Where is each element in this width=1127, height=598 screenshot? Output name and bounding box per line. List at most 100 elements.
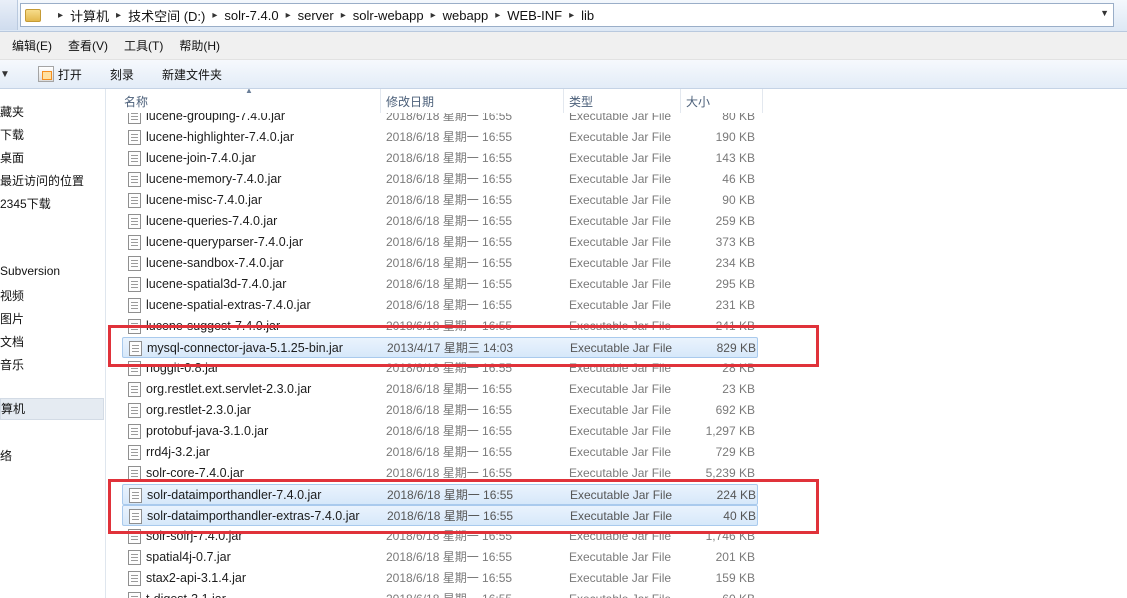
file-name: lucene-highlighter-7.4.0.jar <box>146 130 295 144</box>
highlight-box-mysql <box>108 325 819 367</box>
jar-file-icon <box>128 592 141 598</box>
file-name: lucene-queryparser-7.4.0.jar <box>146 235 304 249</box>
column-date[interactable]: 修改日期 <box>381 89 564 113</box>
chevron-right-icon[interactable]: ▸ <box>495 10 500 21</box>
file-date: 2018/6/18 星期一 16:55 <box>386 424 513 438</box>
file-row[interactable]: lucene-queryparser-7.4.0.jar 2018/6/18 星期… <box>122 232 758 253</box>
chevron-right-icon[interactable]: ▸ <box>116 10 121 21</box>
file-name: org.restlet-2.3.0.jar <box>146 403 251 417</box>
chevron-right-icon[interactable]: ▸ <box>431 10 436 21</box>
file-type: Executable Jar File <box>569 130 672 144</box>
file-date: 2018/6/18 星期一 16:55 <box>386 214 513 228</box>
highlight-box-dataimport <box>108 479 819 534</box>
nav-item-subversion[interactable]: Subversion <box>0 264 60 278</box>
column-type[interactable]: 类型 <box>564 89 681 113</box>
menu-help[interactable]: 帮助(H) <box>179 37 220 54</box>
file-row[interactable]: spatial4j-0.7.jar 2018/6/18 星期一 16:55 Exec… <box>122 547 758 568</box>
column-name[interactable]: 名称 <box>119 89 381 113</box>
file-date: 2018/6/18 星期一 16:55 <box>386 445 513 459</box>
file-name: lucene-spatial3d-7.4.0.jar <box>146 277 287 291</box>
burn-button[interactable]: 刻录 <box>110 66 134 83</box>
nav-item-downloads[interactable]: 下载 <box>0 126 24 143</box>
chevron-right-icon[interactable]: ▸ <box>569 10 574 21</box>
nav-item-pictures[interactable]: 图片 <box>0 310 24 327</box>
open-button[interactable]: 打开 <box>37 66 82 83</box>
menu-view[interactable]: 查看(V) <box>68 37 108 54</box>
file-date: 2018/6/18 星期一 16:55 <box>386 403 513 417</box>
breadcrumb-item[interactable]: webapp <box>443 8 489 23</box>
file-row[interactable]: rrd4j-3.2.jar 2018/6/18 星期一 16:55 Executab… <box>122 442 758 463</box>
menu-edit[interactable]: 编辑(E) <box>12 37 52 54</box>
nav-item-music[interactable]: 音乐 <box>0 356 24 373</box>
new-folder-button[interactable]: 新建文件夹 <box>162 66 222 83</box>
breadcrumb-item[interactable]: server <box>298 8 334 23</box>
file-size: 159 KB <box>715 571 755 585</box>
nav-item-computer[interactable]: 算机 <box>0 398 104 420</box>
file-row[interactable]: lucene-join-7.4.0.jar 2018/6/18 星期一 16:55… <box>122 148 758 169</box>
address-dropdown-icon[interactable]: ▼ <box>1100 8 1109 18</box>
file-type: Executable Jar File <box>569 424 672 438</box>
file-row[interactable]: org.restlet.ext.servlet-2.3.0.jar 2018/6/… <box>122 379 758 400</box>
file-row[interactable]: lucene-highlighter-7.4.0.jar 2018/6/18 星期… <box>122 127 758 148</box>
file-size: 143 KB <box>715 151 755 165</box>
file-row[interactable]: lucene-memory-7.4.0.jar 2018/6/18 星期一 16:… <box>122 169 758 190</box>
nav-item-desktop[interactable]: 桌面 <box>0 149 24 166</box>
file-type: Executable Jar File <box>569 151 672 165</box>
file-name: lucene-join-7.4.0.jar <box>146 151 256 165</box>
jar-file-icon <box>128 214 141 229</box>
file-row[interactable]: lucene-sandbox-7.4.0.jar 2018/6/18 星期一 16… <box>122 253 758 274</box>
file-type: Executable Jar File <box>569 193 672 207</box>
file-date: 2018/6/18 星期一 16:55 <box>386 172 513 186</box>
nav-item-recent[interactable]: 最近访问的位置 <box>0 172 84 189</box>
navigation-pane: 藏夹 下载 桌面 最近访问的位置 2345下载 Subversion 视频 图片… <box>0 89 106 598</box>
file-size: 190 KB <box>715 130 755 144</box>
file-size: 373 KB <box>715 235 755 249</box>
nav-item-network[interactable]: 络 <box>0 447 12 464</box>
breadcrumb-item[interactable]: solr-7.4.0 <box>224 8 278 23</box>
breadcrumb-item[interactable]: lib <box>581 8 594 23</box>
breadcrumb-item[interactable]: WEB-INF <box>507 8 562 23</box>
file-date: 2018/6/18 星期一 16:55 <box>386 256 513 270</box>
file-size: 201 KB <box>715 550 755 564</box>
chevron-right-icon[interactable]: ▸ <box>58 10 63 21</box>
address-bar[interactable]: ▸ 计算机 ▸ 技术空间 (D:) ▸ solr-7.4.0 ▸ server … <box>20 3 1114 27</box>
file-row[interactable]: protobuf-java-3.1.0.jar 2018/6/18 星期一 16:… <box>122 421 758 442</box>
file-type: Executable Jar File <box>569 214 672 228</box>
chevron-right-icon[interactable]: ▸ <box>341 10 346 21</box>
file-name: stax2-api-3.1.4.jar <box>146 571 247 585</box>
jar-file-icon <box>128 382 141 397</box>
nav-item-videos[interactable]: 视频 <box>0 287 24 304</box>
file-row[interactable]: lucene-spatial-extras-7.4.0.jar 2018/6/18… <box>122 295 758 316</box>
file-name: lucene-misc-7.4.0.jar <box>146 193 263 207</box>
organize-dropdown-icon[interactable]: ▼ <box>0 69 10 80</box>
file-row[interactable]: lucene-misc-7.4.0.jar 2018/6/18 星期一 16:55… <box>122 190 758 211</box>
file-type: Executable Jar File <box>569 298 672 312</box>
breadcrumb-item[interactable]: 计算机 <box>70 6 109 25</box>
file-date: 2018/6/18 星期一 16:55 <box>386 235 513 249</box>
file-date: 2018/6/18 星期一 16:55 <box>386 277 513 291</box>
column-size[interactable]: 大小 <box>681 89 763 113</box>
nav-item-favorites[interactable]: 藏夹 <box>0 103 24 120</box>
back-nav-edge[interactable] <box>0 0 18 30</box>
file-row[interactable]: stax2-api-3.1.4.jar 2018/6/18 星期一 16:55 Ex… <box>122 568 758 589</box>
breadcrumb-item[interactable]: solr-webapp <box>353 8 424 23</box>
file-row[interactable]: lucene-spatial3d-7.4.0.jar 2018/6/18 星期一 … <box>122 274 758 295</box>
open-label: 打开 <box>57 67 82 82</box>
breadcrumb-item[interactable]: 技术空间 (D:) <box>128 6 205 25</box>
file-row[interactable]: lucene-queries-7.4.0.jar 2018/6/18 星期一 16… <box>122 211 758 232</box>
menu-bar: 编辑(E) 查看(V) 工具(T) 帮助(H) <box>0 32 1127 60</box>
file-row[interactable]: org.restlet-2.3.0.jar 2018/6/18 星期一 16:55… <box>122 400 758 421</box>
file-row[interactable]: t-digest-3.1.jar 2018/6/18 星期一 16:55 Execu… <box>122 589 758 598</box>
file-type: Executable Jar File <box>569 382 672 396</box>
file-size: 23 KB <box>722 382 755 396</box>
file-type: Executable Jar File <box>569 589 671 598</box>
file-date: 2018/6/18 星期一 16:55 <box>386 130 513 144</box>
file-size: 692 KB <box>715 403 755 417</box>
nav-item-documents[interactable]: 文档 <box>0 333 24 350</box>
nav-item-2345-downloads[interactable]: 2345下载 <box>0 195 51 212</box>
file-date: 2018/6/18 星期一 16:55 <box>386 550 513 564</box>
chevron-right-icon[interactable]: ▸ <box>286 10 291 21</box>
chevron-right-icon[interactable]: ▸ <box>212 10 217 21</box>
menu-tools[interactable]: 工具(T) <box>124 37 163 54</box>
file-size: 729 KB <box>715 445 755 459</box>
